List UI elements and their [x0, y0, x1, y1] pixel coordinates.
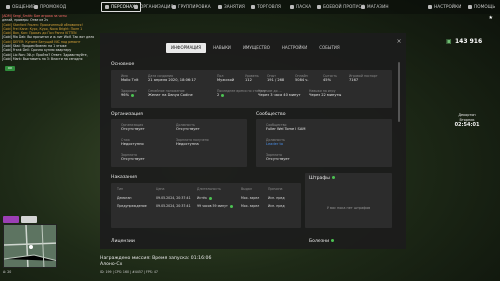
chat-icon: [6, 5, 10, 9]
community-name: Сообщество Fuller Wel Tome I SAM: [266, 123, 306, 131]
chat-send-button[interactable]: ОК: [5, 66, 15, 71]
table-cell: Исп. пред: [268, 204, 285, 208]
tab-property[interactable]: ИМУЩЕСТВО: [238, 43, 275, 53]
fines-card: [305, 173, 392, 228]
col-issuer: Выдал: [241, 187, 252, 191]
nav-organization[interactable]: ОРГАНИЗАЦИЯ: [134, 2, 173, 12]
table-cell: Предупреждение: [117, 204, 147, 208]
table-cell: 99 часов 59 минут: [197, 204, 233, 208]
stat-skills-timer: Навыки на игру Через 22 минуты: [309, 89, 342, 97]
nav-chat[interactable]: ОБЩЕНИЕ: [6, 2, 35, 12]
fines-empty: У вас пока нет штрафов: [326, 206, 371, 210]
nav-promo[interactable]: ПРОМОКОД: [34, 2, 66, 12]
briefcase-icon: [134, 5, 138, 9]
help-icon: [468, 5, 472, 9]
table-cell: Мох. зарел: [241, 196, 260, 200]
status-dot: [229, 204, 233, 208]
basic-title: Основное: [111, 62, 135, 67]
community-salary: Зарплата Отсутствует: [266, 153, 290, 161]
stat-family: Семейное положение Женат на Danya Codine: [148, 89, 193, 97]
status-dot: [331, 239, 335, 242]
map-header: [3, 216, 57, 224]
status-dot: [331, 176, 335, 179]
hud-stats-text: ID: 199 | CPS: 160 | #4457 | FPS: 47: [100, 270, 158, 274]
status-dot: [221, 93, 225, 97]
org-salary-received: Зарплата получено Недоступна: [176, 138, 209, 146]
status-dot: [131, 93, 134, 97]
battlepass-icon: [317, 5, 321, 9]
nav-shop[interactable]: МАГАЗИН: [361, 2, 389, 12]
cart-icon: [361, 5, 365, 9]
trade-icon: [251, 5, 255, 9]
hud-left-text: A: 20: [3, 270, 12, 274]
clock: 02:54:01: [454, 122, 480, 128]
punish-title: Наказания: [111, 175, 137, 180]
top-nav: [0, 0, 500, 14]
map-badge: [21, 216, 37, 223]
stat-level: Уровень 112: [245, 74, 259, 82]
stat-passport: Игровой паспорт 7167: [349, 74, 378, 82]
table-cell: Истёк: [197, 196, 212, 200]
stat-health: Здоровье 96%: [121, 89, 137, 97]
fines-title: Штрафы: [309, 176, 335, 181]
nav-battlepass[interactable]: БОЕВОЙ ПРОПУСК: [317, 2, 364, 12]
org-salary: Зарплата Отсутствует: [121, 153, 145, 161]
licenses-title: Лицензии: [111, 239, 135, 244]
money-amount: 143 916: [455, 38, 483, 45]
chat-log: [ADM] Sergi_Smith: Бан игрока за читы де…: [2, 14, 104, 72]
panel-tabs: ИНФОРМАЦИЯ НАВЫКИ ИМУЩЕСТВО НАСТРОЙКИ СО…: [166, 43, 345, 53]
org-position: Должность Отсутствует: [176, 123, 200, 131]
nav-settings[interactable]: НАСТРОЙКИ: [428, 2, 461, 12]
stat-created: Дата создания 21 апреля 2020, 18:06:17: [148, 74, 196, 82]
group-icon: [172, 5, 176, 9]
wallet-icon: ▣: [446, 38, 452, 45]
stat-name: Имя Mollo Tvit: [121, 74, 139, 82]
time-widget: Декортон Вторник 02:54:01: [440, 113, 494, 128]
table-cell: Мох. зарел: [241, 204, 260, 208]
punish-card: Тип Цена Длительность Выдал Причина Демо…: [111, 183, 301, 228]
col-type: Тип: [117, 187, 124, 191]
server-logo: ★: [488, 15, 493, 21]
org-name: Организация Отсутствует: [121, 123, 145, 131]
status-dot: [208, 196, 212, 200]
illness-title: Болезни: [309, 239, 335, 244]
map-badge: [3, 216, 19, 223]
col-price: Цена: [156, 187, 165, 191]
tab-skills[interactable]: НАВЫКИ: [208, 43, 236, 53]
org-tenure: Стаж Недоступно: [121, 138, 144, 146]
nav-help[interactable]: ПОМОЩЬ: [468, 2, 495, 12]
stat-satiety: Сытость 45%: [323, 74, 338, 82]
community-title: Сообщество: [256, 112, 286, 117]
scrollbar[interactable]: [398, 62, 400, 122]
close-icon[interactable]: ×: [395, 38, 403, 46]
nav-easter[interactable]: ПАСКА: [290, 2, 311, 12]
stat-gender: Пол Мужской: [217, 74, 235, 82]
map-roads: [4, 225, 56, 267]
stat-online: Онлайн 5084 ч.: [295, 74, 309, 82]
chat-line: [Gold] Mark: Выставить на 3: Власти на с…: [2, 56, 83, 61]
minimap: [3, 224, 57, 268]
tab-settings[interactable]: НАСТРОЙКИ: [277, 43, 312, 53]
nav-activities[interactable]: ЗАНЯТИЯ: [218, 2, 245, 12]
stat-cash-timer: Наличие до ... Через 3 часа 40 минут: [258, 89, 301, 97]
stat-exp: Опыт 191 / 268: [267, 74, 285, 82]
community-position: Должность Leader to: [266, 138, 285, 146]
table-cell: Исп. пред: [268, 196, 285, 200]
col-duration: Длительность: [197, 187, 221, 191]
table-cell: Демоган: [117, 196, 132, 200]
calendar-icon: [218, 5, 222, 9]
gear-icon: [428, 5, 432, 9]
nav-trade[interactable]: ТОРГОВЛЯ: [251, 2, 281, 12]
tab-info[interactable]: ИНФОРМАЦИЯ: [166, 43, 207, 53]
table-cell: 09.05.2024, 20:37:41: [156, 204, 191, 208]
tab-events[interactable]: СОБЫТИЯ: [314, 43, 344, 53]
promo-icon: [34, 5, 38, 9]
egg-icon: [290, 5, 294, 9]
nav-group[interactable]: ГРУППИРОВКА: [172, 2, 211, 12]
table-cell: 09.05.2024, 20:37:41: [156, 196, 191, 200]
col-reason: Причина: [268, 187, 283, 191]
hud-mission-text: Награждено миссия: Время запуска: 01:16:…: [100, 256, 212, 267]
user-icon: [105, 5, 109, 9]
org-title: Организация: [111, 112, 143, 117]
